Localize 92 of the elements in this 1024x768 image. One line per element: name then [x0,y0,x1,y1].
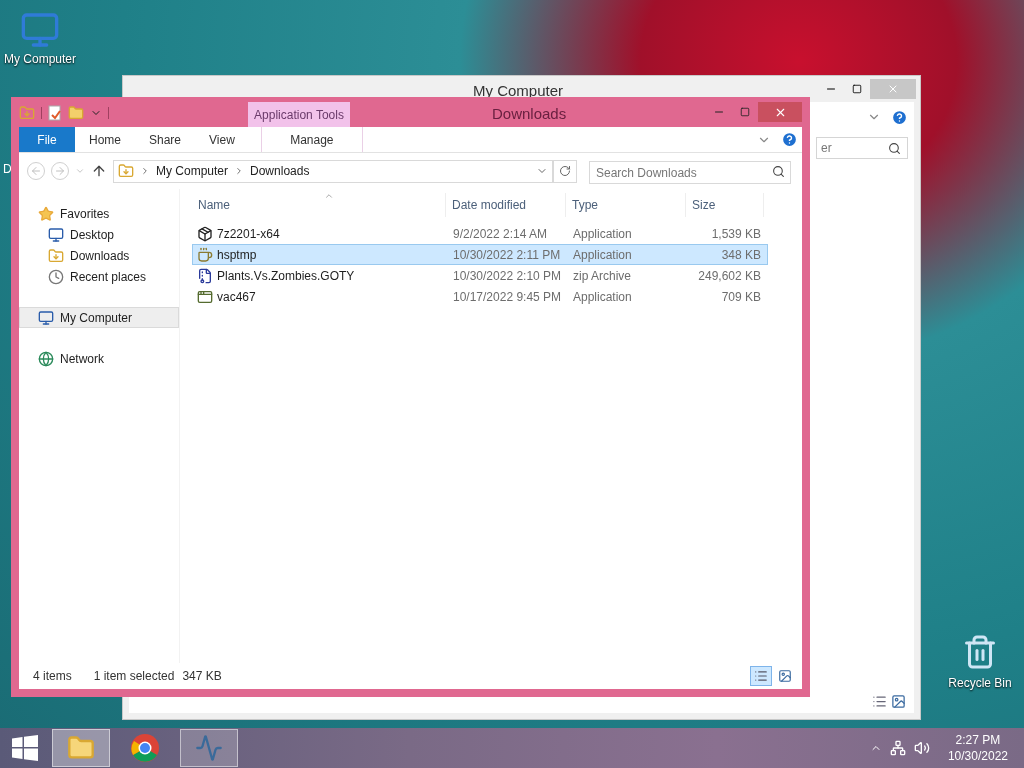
address-bar[interactable]: My Computer Downloads [113,159,553,183]
desktop-icon-label: D [2,161,12,178]
list-icon [754,669,768,683]
search-icon [888,141,901,155]
new-folder-icon[interactable] [68,105,84,121]
windows-logo-icon [12,735,38,761]
size-cell-text: 1,539 KB [710,225,762,243]
properties-icon[interactable] [48,105,62,121]
file-row[interactable]: Plants.Vs.Zombies.GOTY 10/30/2022 2:10 PM zip Archive 249,602 KB [192,265,768,286]
help-icon[interactable] [781,131,798,148]
help-icon[interactable] [891,108,908,126]
date-cell-text: 10/30/2022 2:10 PM [452,267,563,285]
contextual-tab-header: Application Tools [248,102,350,127]
folder-download-icon [48,247,64,264]
file-row[interactable]: 7z2201-x64 9/2/2022 2:14 AM Application 1,539 KB [192,223,768,244]
clock-icon [48,268,64,285]
nav-label: Recent places [70,268,147,286]
cup-icon [197,246,213,263]
clock[interactable]: 2:27 PM 10/30/2022 [947,732,1008,764]
file-name: Plants.Vs.Zombies.GOTY [217,267,355,285]
nav-item[interactable]: Downloads [19,245,179,266]
search-icon[interactable] [772,164,785,178]
search-field[interactable]: Search Downloads [589,161,791,184]
status-text: 4 items [33,668,72,685]
refresh-icon [559,165,571,177]
close-button[interactable] [758,102,802,122]
monitor-graph-icon [194,734,224,762]
date-cell-text: 10/30/2022 2:11 PM [452,246,562,264]
file-name: vac467 [217,288,256,306]
status-text: 347 KB [182,668,222,685]
close-icon [887,83,899,95]
nav-label: Desktop [70,226,115,244]
type-cell-text: Application [572,288,633,306]
up-button[interactable] [91,163,107,179]
file-name: 7z2201-x64 [217,225,280,243]
date-cell-text: 9/2/2022 2:14 AM [452,225,549,243]
folder-download-icon [118,163,134,179]
refresh-button[interactable] [553,159,577,183]
network-icon[interactable] [889,740,906,756]
browser-icon [130,733,160,763]
search-field[interactable]: er [816,137,908,159]
column-header[interactable]: Name [192,193,446,217]
date-cell-text: 10/17/2022 9:45 PM [452,288,563,306]
nav-label: Downloads [70,247,130,265]
file-row[interactable]: hsptmp 10/30/2022 2:11 PM Application 348 KB [192,244,768,265]
nav-item[interactable]: Favorites [19,203,179,224]
column-header[interactable]: Date modified [446,193,566,217]
volume-icon[interactable] [913,740,930,756]
nav-label: Favorites [60,205,110,223]
window-title: Downloads [492,104,567,124]
archive-icon [197,267,213,284]
details-view-icon[interactable] [872,693,887,709]
monitor-icon [48,226,64,243]
package-icon [197,225,213,242]
nav-item[interactable]: Desktop [19,224,179,245]
nav-label: My Computer [60,309,133,327]
nav-item[interactable]: Recent places [19,266,179,287]
contextual-tab[interactable]: Manage [260,127,363,152]
details-view-button[interactable] [750,666,772,686]
column-header[interactable]: Size [686,193,764,217]
maximize-icon [852,84,862,94]
star-icon [38,205,54,222]
file-row[interactable]: vac467 10/17/2022 9:45 PM Application 709 KB [192,286,768,307]
file-tab[interactable]: File [19,127,75,152]
maximize-icon [740,107,750,117]
computer-icon [38,309,54,326]
status-text: 1 item selected [93,668,175,685]
type-cell-text: Application [572,246,633,264]
taskbar-button[interactable] [180,729,238,767]
ribbon-tab[interactable]: Share [135,127,196,152]
size-cell-text: 348 KB [720,246,762,264]
globe-icon [38,350,54,367]
nav-item[interactable]: My Computer [19,307,179,328]
nav-label: Network [60,350,104,368]
ribbon-tab[interactable]: Home [75,127,135,152]
breadcrumb-item[interactable]: Downloads [250,162,310,180]
type-cell-text: Application [572,225,633,243]
nav-item[interactable]: Network [19,348,179,369]
large-icons-view-icon[interactable] [891,693,906,709]
column-header[interactable]: Type [566,193,686,217]
folder-icon [66,734,96,762]
type-cell-text: zip Archive [572,267,633,285]
desktop-icon-label[interactable]: Recycle Bin [948,674,1012,692]
app-window-icon [197,288,213,305]
size-cell-text: 709 KB [720,288,762,306]
image-icon [778,669,792,683]
size-cell-text: 249,602 KB [697,267,762,285]
desktop-icon-label[interactable]: My Computer [4,50,76,68]
breadcrumb-item[interactable]: My Computer [156,162,229,180]
ribbon-tab[interactable]: View [195,127,249,152]
window-title: My Computer [473,81,564,101]
file-name: hsptmp [217,246,257,264]
